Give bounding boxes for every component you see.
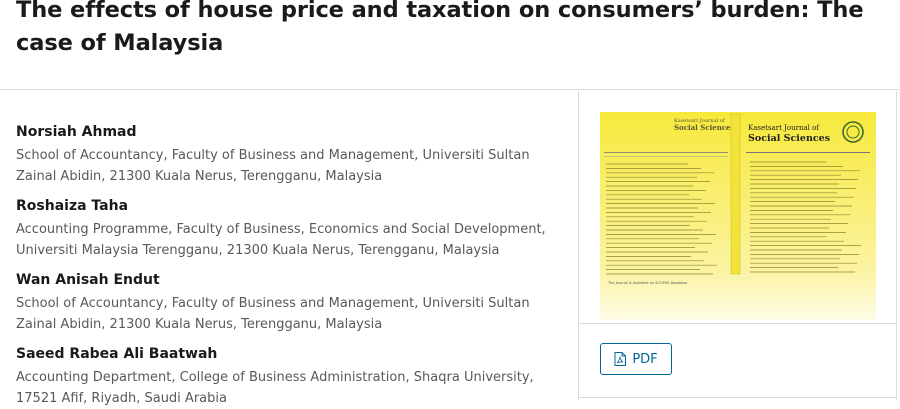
sidebar-divider [579, 323, 896, 324]
author-affiliation: Accounting Programme, Faculty of Busines… [16, 222, 546, 258]
article-title: The effects of house price and taxation … [16, 0, 864, 56]
sidebar-divider [579, 397, 896, 398]
author-entry: Norsiah Ahmad School of Accountancy, Fac… [16, 122, 561, 187]
author-affiliation: School of Accountancy, Faculty of Busine… [16, 148, 530, 184]
cover-journal-line1: Kasetsart Journal of [748, 124, 820, 132]
author-name: Saeed Rabea Ali Baatwah [16, 346, 218, 362]
author-affiliation: Accounting Department, College of Busine… [16, 370, 534, 406]
issue-cover-image[interactable]: Kasetsart Journal of Social Sciences Kas… [600, 112, 876, 320]
pdf-download-label: PDF [632, 351, 658, 367]
authors-list: Norsiah Ahmad School of Accountancy, Fac… [0, 91, 578, 406]
column-divider [896, 91, 897, 400]
issue-sidebar: Kasetsart Journal of Social Sciences Kas… [579, 91, 896, 400]
svg-text:Social Sciences: Social Sciences [674, 123, 735, 132]
article-header: The effects of house price and taxation … [0, 0, 900, 90]
author-name: Roshaiza Taha [16, 198, 129, 214]
cover-journal-line2: Social Sciences [748, 133, 830, 144]
svg-text:The Journal is Available on SC: The Journal is Available on SCOPUS Datab… [607, 281, 687, 285]
author-entry: Saeed Rabea Ali Baatwah Accounting Depar… [16, 344, 561, 409]
author-affiliation: School of Accountancy, Faculty of Busine… [16, 296, 530, 332]
author-name: Wan Anisah Endut [16, 272, 160, 288]
author-name: Norsiah Ahmad [16, 124, 137, 140]
author-entry: Wan Anisah Endut School of Accountancy, … [16, 270, 561, 335]
file-pdf-icon [614, 352, 627, 366]
pdf-download-button[interactable]: PDF [600, 343, 672, 375]
author-entry: Roshaiza Taha Accounting Programme, Facu… [16, 196, 561, 261]
